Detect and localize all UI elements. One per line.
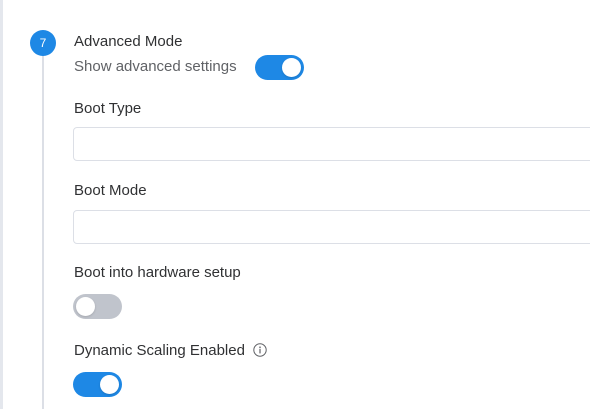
dynamic-scaling-toggle[interactable]	[73, 372, 122, 397]
step-connector-line	[42, 55, 44, 409]
step-number-badge: 7	[30, 30, 56, 56]
boot-mode-input[interactable]	[73, 210, 590, 244]
dynamic-scaling-label: Dynamic Scaling Enabled	[74, 342, 245, 359]
advanced-settings-label: Show advanced settings	[74, 58, 237, 75]
toggle-knob	[282, 58, 301, 77]
boot-type-label: Boot Type	[74, 100, 142, 117]
panel-left-border	[0, 0, 3, 409]
boot-mode-label: Boot Mode	[74, 182, 147, 199]
info-circle-icon[interactable]	[253, 343, 267, 357]
toggle-knob	[100, 375, 119, 394]
hardware-setup-label: Boot into hardware setup	[74, 264, 241, 281]
section-title: Advanced Mode	[74, 33, 183, 50]
hardware-setup-toggle[interactable]	[73, 294, 122, 319]
advanced-settings-toggle[interactable]	[255, 55, 304, 80]
boot-type-input[interactable]	[73, 127, 590, 161]
toggle-knob	[76, 297, 95, 316]
